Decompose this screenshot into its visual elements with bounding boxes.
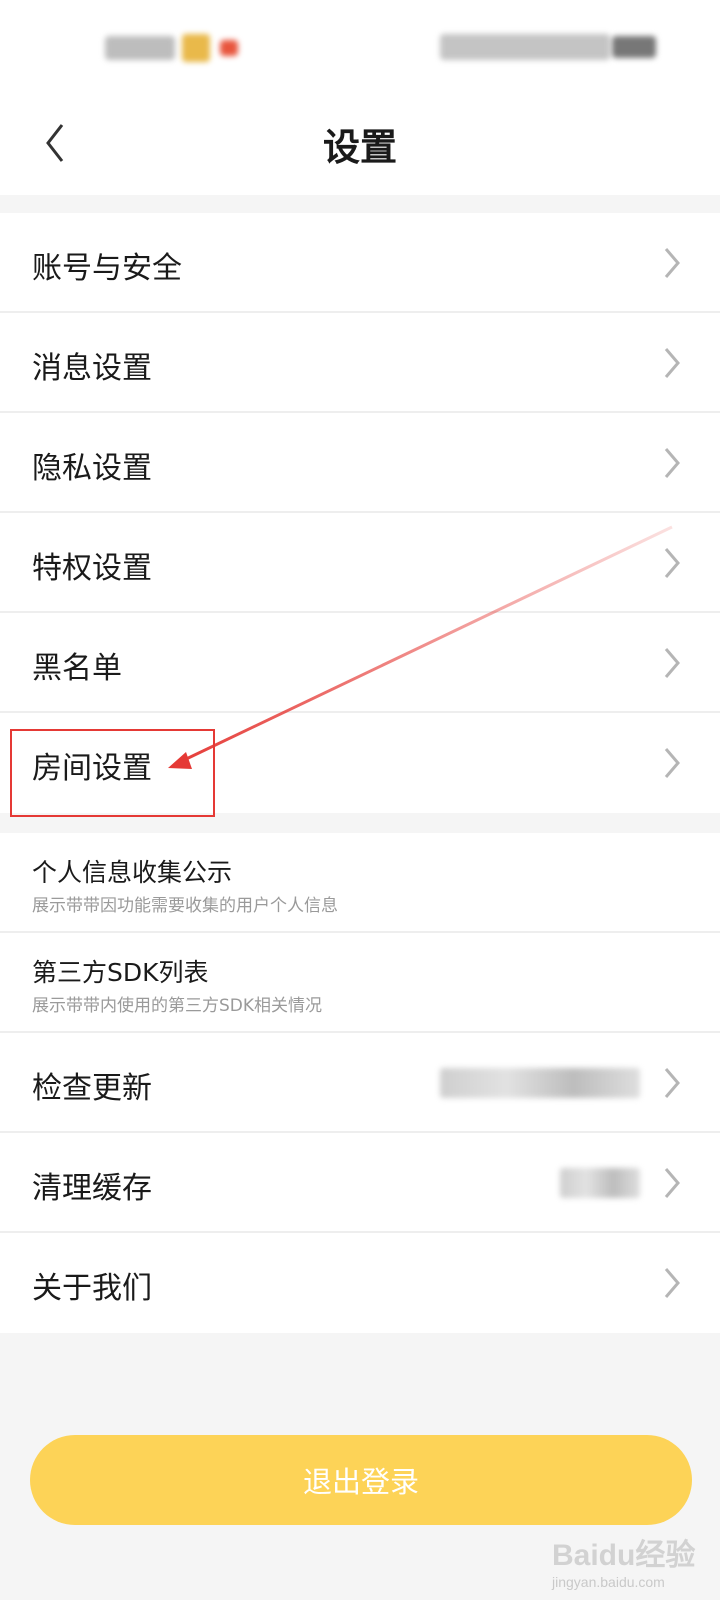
status-notification-icon [220, 40, 238, 56]
settings-item-label: 账号与安全 [32, 251, 182, 286]
chevron-right-icon [664, 248, 680, 278]
settings-item-label: 特权设置 [32, 551, 152, 586]
settings-item-subtitle: 展示带带因功能需要收集的用户个人信息 [32, 896, 338, 916]
settings-item-privilege[interactable]: 特权设置 [0, 513, 720, 613]
settings-item-label: 个人信息收集公示 [32, 858, 233, 887]
page-title: 设置 [323, 126, 397, 169]
annotation-highlight-box [10, 729, 215, 817]
settings-item-blacklist[interactable]: 黑名单 [0, 613, 720, 713]
watermark: Baidu经验 jingyan.baidu.com [552, 1530, 712, 1595]
settings-item-check-update[interactable]: 检查更新 [0, 1033, 720, 1133]
watermark-logo: Baidu经验 [552, 1539, 696, 1572]
battery-icon [612, 36, 656, 58]
settings-item-subtitle: 展示带带内使用的第三方SDK相关情况 [32, 996, 323, 1016]
settings-group-secondary: 个人信息收集公示 展示带带因功能需要收集的用户个人信息 第三方SDK列表 展示带… [0, 833, 720, 1333]
version-value [440, 1068, 640, 1098]
settings-item-third-party-sdk[interactable]: 第三方SDK列表 展示带带内使用的第三方SDK相关情况 [0, 933, 720, 1033]
cache-size-value [560, 1168, 640, 1198]
nav-bar: 设置 [0, 95, 720, 195]
chevron-right-icon [664, 348, 680, 378]
settings-item-label: 检查更新 [32, 1071, 152, 1106]
chevron-right-icon [664, 548, 680, 578]
settings-item-account-security[interactable]: 账号与安全 [0, 213, 720, 313]
chevron-right-icon [664, 1068, 680, 1098]
chevron-right-icon [664, 648, 680, 678]
settings-item-label: 第三方SDK列表 [32, 958, 209, 987]
settings-item-label: 黑名单 [32, 651, 122, 686]
status-bar [0, 0, 720, 95]
settings-item-about-us[interactable]: 关于我们 [0, 1233, 720, 1333]
chevron-right-icon [664, 448, 680, 478]
settings-item-label: 隐私设置 [32, 451, 152, 486]
chevron-right-icon [664, 1168, 680, 1198]
settings-item-label: 消息设置 [32, 351, 152, 386]
settings-group-main: 账号与安全 消息设置 隐私设置 特权设置 黑名单 房间设置 [0, 213, 720, 813]
chevron-right-icon [664, 1268, 680, 1298]
logout-label: 退出登录 [302, 1465, 419, 1499]
settings-item-label: 清理缓存 [32, 1171, 152, 1206]
status-time [105, 36, 175, 60]
settings-item-privacy[interactable]: 隐私设置 [0, 413, 720, 513]
logout-button[interactable]: 退出登录 [30, 1435, 692, 1525]
chevron-right-icon [664, 748, 680, 778]
settings-item-label: 关于我们 [32, 1271, 152, 1306]
status-signal-icons [440, 34, 610, 60]
settings-item-personal-info-disclosure[interactable]: 个人信息收集公示 展示带带因功能需要收集的用户个人信息 [0, 833, 720, 933]
watermark-url: jingyan.baidu.com [552, 1574, 665, 1590]
settings-item-clear-cache[interactable]: 清理缓存 [0, 1133, 720, 1233]
status-notification-icon [182, 34, 210, 62]
settings-item-message[interactable]: 消息设置 [0, 313, 720, 413]
